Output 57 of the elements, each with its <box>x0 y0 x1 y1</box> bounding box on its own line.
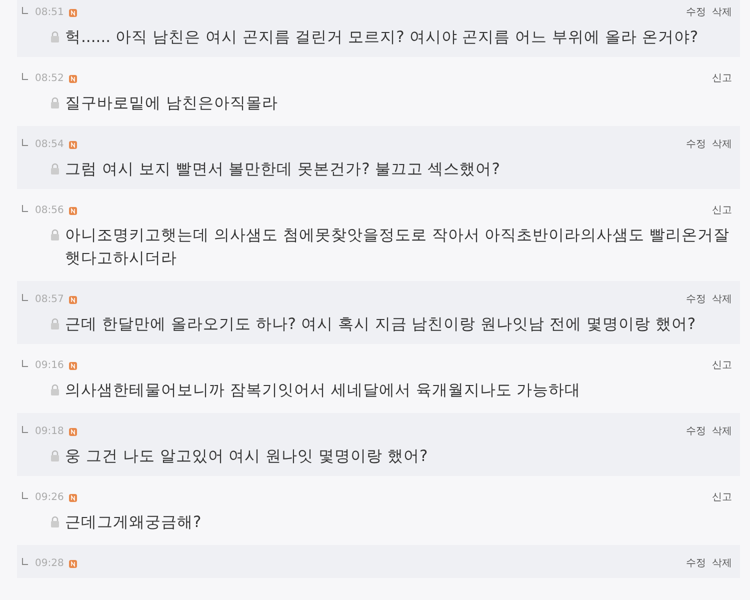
comment-text: 헉...... 아직 남친은 여시 곤지름 걸린거 모르지? 여시야 곤지름 어느 부위에 올라 온거야? <box>65 27 698 48</box>
comment-action-link[interactable]: 수정 <box>686 137 706 151</box>
reply-icon <box>22 204 28 212</box>
reply-icon <box>22 138 28 146</box>
comment-time: 09:28 <box>35 558 64 568</box>
reply-icon <box>22 360 28 366</box>
comment-action-link[interactable]: 삭제 <box>712 5 732 19</box>
lock-icon <box>50 384 60 396</box>
lock-icon <box>50 516 60 528</box>
reply-icon <box>22 6 28 14</box>
comment-action-link[interactable]: 삭제 <box>712 292 732 306</box>
lock-icon <box>50 97 60 109</box>
comment-text: 의사샘한테물어보니까 잠복기잇어서 세네달에서 육개월지나도 가능하대 <box>65 380 581 401</box>
comment-action-link[interactable]: 신고 <box>712 490 732 504</box>
lock-icon <box>50 229 60 241</box>
comment-action-link[interactable]: 신고 <box>712 203 732 217</box>
lock-icon <box>50 318 60 330</box>
new-badge-icon <box>68 206 77 214</box>
new-badge-icon <box>68 494 77 502</box>
lock-icon <box>50 450 60 462</box>
comment-text: 그럼 여시 보지 빨면서 볼만한데 못본건가? 불끄고 섹스했어? <box>65 159 500 180</box>
comment-time: 08:56 <box>35 204 64 216</box>
comment-text: 질구바로밑에 남친은아직몰라 <box>65 93 278 114</box>
lock-icon <box>50 31 60 43</box>
comment-action-link[interactable]: 신고 <box>712 71 732 85</box>
comment-time: 08:52 <box>35 72 64 84</box>
new-badge-icon <box>68 428 77 436</box>
new-badge-icon <box>68 362 77 370</box>
comment-action-link[interactable]: 수정 <box>686 424 706 438</box>
new-badge-icon <box>68 8 77 16</box>
new-badge-icon <box>68 560 77 568</box>
comment-action-link[interactable]: 삭제 <box>712 424 732 438</box>
reply-icon <box>22 492 28 498</box>
comment-action-link[interactable]: 수정 <box>686 5 706 19</box>
comment-action-link[interactable]: 삭제 <box>712 137 732 151</box>
comment-text: 근데그게왜궁금해? <box>65 512 202 533</box>
comment-action-link[interactable]: 수정 <box>686 556 706 570</box>
comment-time: 09:26 <box>35 492 64 502</box>
comment-text: 아니조명키고햇는데 의사샘도 첨에못찾앗을정도로 작아서 아직초반이라의사샘도 빨리온거잘햇다고하시더라 <box>65 225 731 269</box>
comment-time: 09:18 <box>35 426 64 436</box>
reply-icon <box>22 294 28 300</box>
comment-action-link[interactable]: 삭제 <box>712 556 732 570</box>
new-badge-icon <box>68 296 77 304</box>
comment-text: 근데 한달만에 올라오기도 하나? 여시 혹시 지금 남친이랑 원나잇남 전에 몇명이랑 했어? <box>65 314 696 335</box>
comment-action-link[interactable]: 신고 <box>712 358 732 372</box>
comment-time: 08:54 <box>35 138 64 150</box>
comment-time: 08:51 <box>35 6 64 18</box>
comment-text: 웅 그건 나도 알고있어 여시 원나잇 몇명이랑 했어? <box>65 446 428 467</box>
new-badge-icon <box>68 74 77 82</box>
reply-icon <box>22 558 28 564</box>
comment-time: 09:16 <box>35 360 64 370</box>
reply-icon <box>22 426 28 432</box>
comment-time: 08:57 <box>35 294 64 304</box>
lock-icon <box>50 163 60 175</box>
comment-action-link[interactable]: 수정 <box>686 292 706 306</box>
reply-icon <box>22 72 28 80</box>
new-badge-icon <box>68 140 77 148</box>
